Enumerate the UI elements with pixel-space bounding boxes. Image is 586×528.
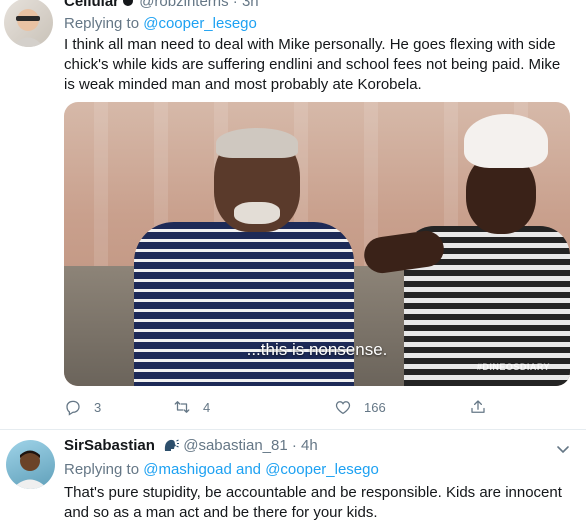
share-icon [471, 400, 485, 413]
tweet-actions: 3 4 166 [64, 396, 504, 420]
reply-count: 3 [94, 399, 102, 415]
timestamp[interactable]: 4h [301, 437, 318, 454]
tweet-sirsabastian[interactable]: SirSabastian @sabastian_81 · 4h Replying… [0, 429, 586, 528]
replying-to-prefix: Replying to [64, 15, 140, 32]
speaking-head-emoji-icon [164, 439, 180, 451]
display-name[interactable]: SirSabastian [64, 437, 155, 454]
like-count: 166 [364, 399, 386, 415]
user-handle[interactable]: @sabastian_81 [183, 437, 287, 454]
tweet-text: I think all man need to deal with Mike p… [64, 36, 561, 93]
user-handle[interactable]: @robzinterris [139, 0, 228, 10]
avatar[interactable] [4, 0, 53, 47]
reply-and: and [236, 461, 262, 478]
reply-handle-link[interactable]: @cooper_lesego [143, 15, 257, 32]
reply-button[interactable]: 3 [64, 396, 101, 418]
replying-to-prefix: Replying to [64, 461, 140, 478]
chevron-down-icon [557, 446, 569, 454]
tweet-header: Cellular @robzinterris · 3h [64, 0, 259, 12]
separator: · [232, 0, 238, 10]
display-name[interactable]: Cellular [64, 0, 119, 10]
reply-handle-link[interactable]: @mashigoad [143, 461, 232, 478]
heart-icon [335, 401, 351, 415]
separator: · [291, 437, 297, 454]
reply-icon [66, 400, 80, 416]
status-dot-icon [123, 0, 134, 6]
share-button[interactable] [469, 396, 487, 418]
more-options-button[interactable] [554, 440, 572, 458]
like-button[interactable]: 166 [334, 396, 386, 418]
retweet-count: 4 [203, 399, 211, 415]
tweet-media-video[interactable]: ...this is nonsense. #DINEOSDIARY [64, 102, 570, 386]
video-watermark: #DINEOSDIARY [476, 362, 550, 372]
retweet-icon [174, 401, 190, 413]
replying-to: Replying to @mashigoad and @cooper_leseg… [64, 460, 379, 480]
tweet-cellular[interactable]: Cellular @robzinterris · 3h Replying to … [0, 0, 586, 428]
timestamp[interactable]: 3h [242, 0, 259, 10]
retweet-button[interactable]: 4 [173, 396, 210, 418]
tweet-header: SirSabastian @sabastian_81 · 4h [64, 436, 318, 456]
reply-handle-link[interactable]: @cooper_lesego [265, 461, 379, 478]
tweet-text: That's pure stupidity, be accountable an… [64, 484, 562, 521]
replying-to: Replying to @cooper_lesego [64, 14, 257, 34]
video-caption: ...this is nonsense. [246, 340, 388, 359]
avatar[interactable] [6, 440, 55, 489]
